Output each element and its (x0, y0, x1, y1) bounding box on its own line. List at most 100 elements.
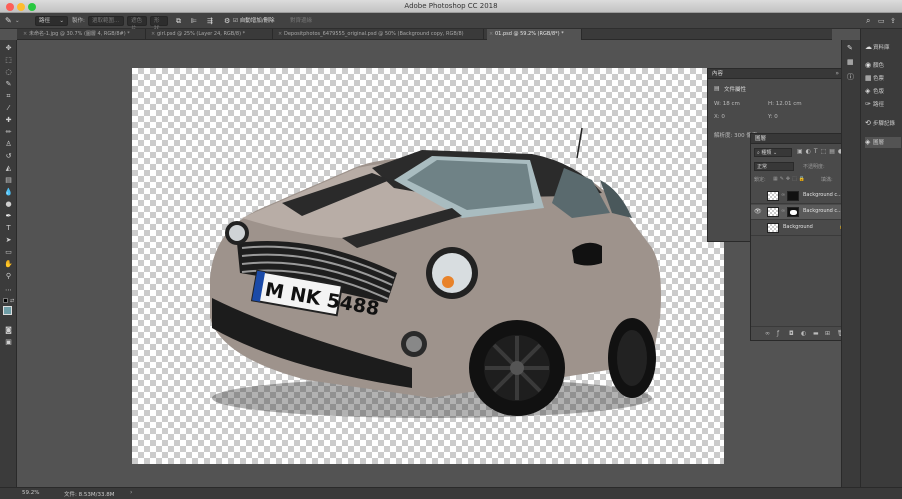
rectangle-tool-icon[interactable]: ▭ (4, 248, 13, 256)
link-layers-icon[interactable]: ∞ (765, 330, 770, 337)
y-value: Y: 0 (768, 114, 778, 120)
info-icon[interactable]: ⓘ (847, 72, 854, 82)
dodge-tool-icon[interactable]: ● (4, 200, 13, 208)
new-group-icon[interactable]: ▬ (813, 330, 819, 337)
path-mode-select[interactable]: 路徑 ⌄ (35, 16, 68, 26)
status-bar: 59.2% 文件: 8.53M/33.8M › (0, 487, 902, 499)
search-icon[interactable]: ⌕ (866, 16, 870, 26)
layers-panel: 圖層 » ⌕ 種類 ⌄ ▣◐T⬚▤● 正常 不透明度: 鎖定: ▦✎✥⬚🔒 填滿… (750, 133, 854, 341)
layer-style-icon[interactable]: ƒ (777, 330, 779, 337)
link-icon: ∞ (781, 192, 786, 198)
clone-stamp-tool-icon[interactable]: ♙ (4, 140, 13, 148)
panel-layers[interactable]: ◈ 圖層 (865, 137, 901, 148)
layers-panel-header[interactable]: 圖層 (751, 134, 853, 144)
blend-mode-select[interactable]: 正常 (754, 162, 794, 171)
more-tools-icon[interactable]: ⋯ (4, 286, 13, 294)
brush-tool-icon[interactable]: ✏ (4, 128, 13, 136)
gear-icon[interactable]: ⚙ (224, 16, 230, 26)
lasso-tool-icon[interactable]: ◌ (4, 68, 13, 76)
library-icon: ☁ (865, 43, 872, 51)
document-canvas[interactable]: M NK 5488 (132, 68, 724, 464)
character-icon[interactable]: ▦ (847, 58, 854, 66)
layer-row[interactable]: 👁 ∞ Background c... (751, 205, 853, 220)
gradient-tool-icon[interactable]: ▤ (4, 176, 13, 184)
adjustment-layer-icon[interactable]: ◐ (801, 330, 806, 337)
properties-panel-header[interactable]: 內容 (708, 69, 843, 79)
hand-tool-icon[interactable]: ✋ (4, 260, 13, 268)
lock-label: 鎖定: (754, 177, 766, 183)
height-value: H: 12.01 cm (768, 101, 802, 107)
tab-depositphotos[interactable]: × Depositphotos_6479555_original.psd @ 50… (276, 29, 484, 40)
healing-brush-tool-icon[interactable]: ✚ (4, 116, 13, 124)
history-brush-tool-icon[interactable]: ↺ (4, 152, 13, 160)
close-icon[interactable]: × (23, 29, 27, 40)
eyedropper-tool-icon[interactable]: ⁄ (4, 104, 13, 112)
quick-mask-icon[interactable]: ◙ (4, 326, 13, 334)
close-icon[interactable]: × (489, 29, 493, 40)
close-icon[interactable]: × (278, 29, 282, 40)
zoom-tool-icon[interactable]: ⚲ (4, 272, 13, 280)
chevron-right-icon[interactable]: › (130, 489, 132, 496)
x-value: X: 0 (714, 114, 725, 120)
make-shape-button[interactable]: 形狀 (150, 16, 168, 32)
blur-tool-icon[interactable]: 💧 (4, 188, 13, 196)
eye-icon[interactable]: 👁 (754, 208, 762, 215)
document-properties-label: 文件屬性 (724, 87, 747, 93)
layer-row[interactable]: Background 🔒 (751, 221, 853, 236)
panel-channels[interactable]: ◈ 色版 (865, 86, 884, 97)
panel-paths[interactable]: ✑ 路徑 (865, 99, 884, 110)
move-tool-icon[interactable]: ✥ (4, 44, 13, 52)
panel-color[interactable]: ◉ 顏色 (865, 60, 884, 71)
path-arrangement-icon[interactable]: ⇶ (207, 16, 213, 26)
collapse-icon[interactable]: » (835, 70, 839, 77)
pen-tool-icon[interactable]: ✎ (5, 16, 12, 26)
marquee-tool-icon[interactable]: ⬚ (4, 56, 13, 64)
crop-tool-icon[interactable]: ⌗ (4, 92, 13, 100)
add-mask-icon[interactable]: ◘ (789, 330, 794, 337)
width-value: W: 18 cm (714, 101, 740, 107)
pen-tool-icon[interactable]: ✒ (4, 212, 13, 220)
screen-mode-icon[interactable]: ▣ (4, 338, 13, 346)
chevron-down-icon[interactable]: ⌄ (15, 16, 20, 26)
panel-history[interactable]: ⟲ 步驟記錄 (865, 118, 895, 129)
default-colors-icon[interactable] (3, 298, 8, 303)
layers-icon: ◈ (865, 138, 871, 146)
layer-row[interactable]: ∞ Background c... (751, 189, 853, 204)
paths-icon: ✑ (865, 100, 871, 108)
checkbox-icon: ☑ (233, 18, 238, 24)
layer-mask-thumbnail[interactable] (787, 207, 799, 217)
share-icon[interactable]: ⇪ (890, 16, 896, 26)
tab-untitled-1[interactable]: × 未命名-1.jpg @ 30.7% (圖層 4, RGB/8#) * (21, 29, 146, 40)
new-layer-icon[interactable]: ⊞ (825, 330, 830, 337)
align-edges-checkbox[interactable]: 對齊邊緣 (290, 16, 312, 26)
lock-icons[interactable]: ▦✎✥⬚🔒 (773, 176, 807, 182)
auto-add-delete-checkbox[interactable]: ☑ 自動增加/刪除 (233, 16, 275, 26)
foreground-color-swatch[interactable] (3, 306, 12, 315)
make-label: 製作: (72, 18, 85, 24)
layers-footer: ∞ ƒ ◘ ◐ ▬ ⊞ 🗑 (751, 326, 853, 340)
make-mask-button[interactable]: 遮色片 (127, 16, 147, 32)
filter-icons[interactable]: ▣◐T⬚▤● (797, 148, 846, 155)
workspace-icon[interactable]: ▭ (878, 16, 885, 26)
path-selection-tool-icon[interactable]: ➤ (4, 236, 13, 244)
type-tool-icon[interactable]: T (4, 224, 13, 232)
panel-swatches[interactable]: ▦色票 (865, 73, 884, 84)
close-icon[interactable]: × (151, 29, 155, 40)
search-icon: ⌕ (757, 150, 760, 156)
fill-label: 填滿: (821, 177, 833, 183)
layer-mask-thumbnail[interactable] (787, 191, 799, 201)
path-operations-icon[interactable]: ⧉ (176, 16, 181, 26)
tab-girl[interactable]: × girl.psd @ 25% (Layer 24, RGB/8) * (149, 29, 273, 40)
brush-settings-icon[interactable]: ✎ (847, 44, 853, 52)
panel-libraries[interactable]: ☁資料庫 (865, 42, 890, 53)
tab-01-psd[interactable]: × 01.psd @ 59.2% (RGB/8*) * (487, 29, 582, 40)
zoom-level[interactable]: 59.2% (22, 490, 39, 496)
quick-selection-tool-icon[interactable]: ✎ (4, 80, 13, 88)
make-selection-button[interactable]: 選取範圍... (88, 16, 124, 26)
layer-kind-filter[interactable]: ⌕ 種類 ⌄ (754, 148, 792, 157)
path-alignment-icon[interactable]: ⊫ (191, 16, 197, 26)
history-icon: ⟲ (865, 119, 871, 127)
swap-colors-icon[interactable]: ⇄ (10, 298, 14, 304)
chevron-down-icon: ⌄ (59, 18, 64, 24)
eraser-tool-icon[interactable]: ◭ (4, 164, 13, 172)
